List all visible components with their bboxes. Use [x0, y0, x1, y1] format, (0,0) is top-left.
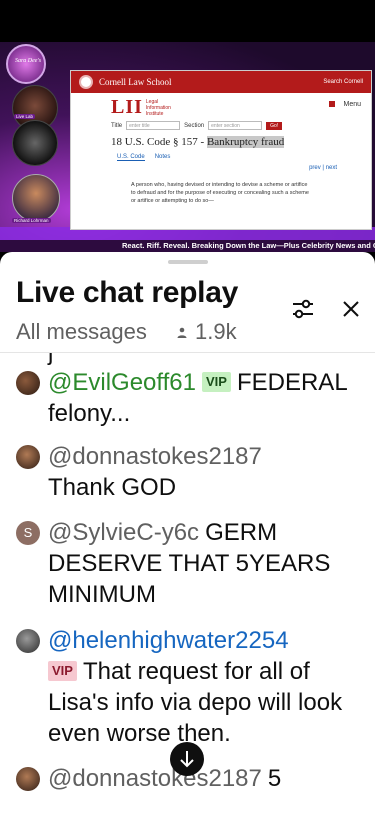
drag-handle[interactable]	[168, 260, 208, 264]
vip-badge: VIP	[202, 372, 231, 392]
show-logo: Sara Dee's	[6, 44, 46, 84]
grid-icon	[329, 101, 336, 107]
panel-title: Live chat replay	[16, 276, 238, 309]
author-name[interactable]: @donnastokes2187	[48, 443, 262, 470]
lii-header: LII Legal Information Institute Menu	[71, 93, 371, 117]
lii-menu-label: Menu	[343, 101, 361, 108]
code-tabs: U.S. Code Notes	[117, 154, 171, 161]
code-title: 18 U.S. Code § 157 - Bankruptcy fraud	[111, 136, 285, 148]
close-icon	[343, 301, 359, 317]
chat-message-text: @helenhighwater2254 VIP That request for a…	[48, 625, 366, 749]
avatar[interactable]	[16, 629, 40, 653]
close-chat-button[interactable]	[336, 294, 366, 324]
news-ticker: React. Riff. Reveal. Breaking Down the L…	[0, 240, 375, 252]
live-chat-panel: Live chat replay All messages 1.9k j @Ev…	[0, 252, 375, 840]
lii-logo: LII	[111, 96, 143, 118]
chat-message-text: @donnastokes2187 5	[48, 763, 366, 794]
avatar[interactable]	[16, 371, 40, 395]
guest-camera-2	[12, 120, 58, 166]
arrow-down-icon	[180, 751, 194, 768]
host-camera-label: Richard Lohrman	[12, 218, 51, 223]
cornell-name: Cornell Law School	[99, 77, 172, 87]
lii-logo-text: Legal Information Institute	[145, 99, 171, 117]
partial-message: j	[48, 353, 53, 367]
lii-menu: Menu	[329, 101, 361, 108]
shared-webpage: Cornell Law School Search Cornell LII Le…	[70, 70, 372, 230]
chat-message-text: @donnastokes2187 Thank GOD	[48, 441, 366, 503]
author-name[interactable]: @donnastokes2187	[48, 765, 262, 792]
lii-search-row: Title enter title Section enter section …	[71, 117, 371, 130]
host-camera	[12, 174, 60, 222]
tune-icon	[293, 299, 313, 319]
chat-message-text: @EvilGeoff61 VIP FEDERAL felony...	[48, 367, 366, 429]
avatar[interactable]	[16, 767, 40, 791]
message-body: 5	[267, 765, 282, 792]
code-body: A person who, having devised or intendin…	[131, 182, 309, 204]
chat-filter-dropdown[interactable]: All messages	[16, 319, 147, 345]
guest-camera-1-label: Live Lab	[14, 114, 36, 119]
cornell-seal-icon	[79, 75, 93, 89]
vip-badge: VIP	[48, 661, 77, 681]
chat-message-text: @SylvieC-y6c GERM DESERVE THAT 5YEARS MIN…	[48, 517, 366, 610]
cornell-header: Cornell Law School Search Cornell	[71, 71, 371, 93]
show-logo-text: Sara Dee's	[14, 58, 42, 64]
viewer-count: 1.9k	[195, 319, 237, 344]
person-icon	[177, 327, 187, 338]
scroll-to-bottom-button[interactable]	[170, 742, 204, 776]
author-name[interactable]: @EvilGeoff61	[48, 369, 196, 396]
status-area	[0, 0, 375, 42]
author-name[interactable]: @helenhighwater2254	[48, 627, 289, 654]
avatar[interactable]: S	[16, 521, 40, 545]
bottom-fade	[0, 808, 375, 840]
avatar[interactable]	[16, 445, 40, 469]
author-name[interactable]: @SylvieC-y6c	[48, 519, 199, 546]
cornell-search-link: Search Cornell	[323, 79, 363, 85]
message-body: Thank GOD	[48, 474, 177, 501]
message-body: That request for all of Lisa's info via …	[48, 658, 343, 747]
video-player[interactable]: Sara Dee's Live Lab Richard Lohrman Corn…	[0, 42, 375, 252]
chat-settings-button[interactable]	[288, 294, 318, 324]
